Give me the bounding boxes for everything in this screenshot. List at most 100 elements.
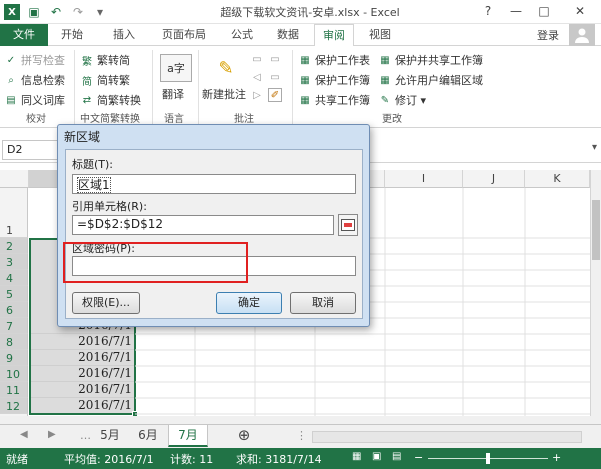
group-label-chinese: 中文简繁转换 — [80, 114, 140, 125]
zoom-in-icon[interactable]: + — [552, 451, 561, 464]
group-label-language: 语言 — [164, 114, 184, 125]
ok-button[interactable]: 确定 — [216, 292, 282, 314]
tab-home[interactable]: 开始 — [52, 24, 92, 46]
spell-check-icon: ✓ — [6, 54, 16, 66]
translate-icon[interactable]: a字 — [160, 54, 192, 82]
sheet-tab-may[interactable]: 5月 — [92, 425, 128, 447]
simp-to-trad-button[interactable]: 简简转繁 — [80, 72, 130, 88]
excel-logo-icon: X — [4, 4, 20, 20]
status-mode: 就绪 — [6, 453, 28, 466]
zoom-slider-thumb[interactable] — [486, 453, 490, 464]
sheet-tab-july[interactable]: 7月 — [168, 425, 208, 447]
minimize-button[interactable]: — — [506, 2, 526, 20]
protect-sheet-button[interactable]: ▦ 保护工作表 — [298, 52, 370, 68]
range-title-input[interactable]: 区域1 — [72, 174, 356, 194]
thesaurus-button[interactable]: ▤ 同义词库 — [4, 92, 65, 108]
ribbon-divider — [74, 50, 75, 124]
cancel-button[interactable]: 取消 — [290, 292, 356, 314]
allow-edit-ranges-icon: ▦ — [380, 74, 390, 86]
page-layout-view-icon[interactable]: ▣ — [372, 451, 381, 462]
ribbon-tab-bar: 文件 开始 插入 页面布局 公式 数据 审阅 视图 登录 — [0, 24, 601, 47]
conversion-icon: ⇄ — [82, 94, 92, 106]
research-button[interactable]: ⌕ 信息检索 — [4, 72, 65, 88]
tab-page-layout[interactable]: 页面布局 — [152, 24, 216, 46]
group-label-proofing: 校对 — [26, 114, 46, 125]
group-label-changes: 更改 — [382, 114, 402, 125]
translate-button[interactable]: 翻译 — [162, 86, 184, 102]
ribbon-review: ✓ 拼写检查 ⌕ 信息检索 ▤ 同义词库 校对 繁繁转简 简简转繁 ⇄ 简繁转换 中文简… — [0, 46, 601, 128]
previous-comment-icon[interactable]: ◁ — [250, 70, 264, 84]
sheet-tab-june[interactable]: 6月 — [130, 425, 166, 447]
expand-formula-bar-icon[interactable]: ▾ — [592, 142, 597, 153]
share-workbook-button[interactable]: ▦ 共享工作簿 — [298, 92, 370, 108]
next-comment-icon[interactable]: ▷ — [250, 88, 264, 102]
vertical-scrollbar[interactable] — [590, 170, 601, 416]
tab-view[interactable]: 视图 — [362, 24, 398, 46]
research-icon: ⌕ — [8, 74, 14, 86]
tab-review[interactable]: 审阅 — [314, 24, 354, 47]
undo-icon[interactable]: ↶ — [48, 4, 64, 20]
permissions-button[interactable]: 权限(E)... — [72, 292, 140, 314]
tab-formulas[interactable]: 公式 — [224, 24, 260, 46]
help-button[interactable]: ? — [478, 2, 498, 20]
annotation-highlight-box — [63, 242, 248, 283]
name-box[interactable]: D2 — [2, 140, 60, 160]
show-comment-icon[interactable]: ▭ — [268, 52, 282, 66]
chinese-conversion-button[interactable]: ⇄ 简繁转换 — [80, 92, 141, 108]
show-all-comments-icon[interactable]: ▭ — [268, 70, 282, 84]
scrollbar-thumb[interactable] — [592, 200, 600, 260]
redo-icon[interactable]: ↷ — [70, 4, 86, 20]
normal-view-icon[interactable]: ▦ — [352, 451, 361, 462]
title-bar: X ▣ ↶ ↷ ▾ 超级下载软文资讯-安卓.xlsx - Excel ? — □… — [0, 0, 601, 24]
refers-to-input[interactable]: =$D$2:$D$12 — [72, 215, 334, 235]
ribbon-divider — [198, 50, 199, 124]
save-icon[interactable]: ▣ — [26, 4, 42, 20]
trad-to-simp-button[interactable]: 繁繁转简 — [80, 52, 130, 68]
protect-and-share-button[interactable]: ▦ 保护并共享工作簿 — [378, 52, 483, 68]
status-sum: 求和: 3181/7/14 — [236, 453, 322, 466]
protect-share-icon: ▦ — [380, 54, 390, 66]
range-select-icon — [341, 219, 355, 231]
comment-tools: ▭ ▭ ◁ ▭ ▷ ✐ — [250, 52, 282, 102]
next-sheet-icon[interactable]: ▶ — [48, 429, 56, 440]
close-button[interactable]: ✕ — [562, 2, 598, 20]
tab-insert[interactable]: 插入 — [104, 24, 144, 46]
status-average: 平均值: 2016/7/1 — [64, 453, 154, 466]
thesaurus-icon: ▤ — [6, 94, 16, 106]
ref-label: 引用单元格(R): — [72, 200, 147, 213]
allow-edit-ranges-button[interactable]: ▦ 允许用户编辑区域 — [378, 72, 483, 88]
new-comment-button[interactable]: 新建批注 — [202, 86, 246, 102]
spell-check-button[interactable]: ✓ 拼写检查 — [4, 52, 65, 68]
track-changes-button[interactable]: ✎ 修订 ▾ — [378, 92, 426, 108]
sheet-tab-bar: ◀ ▶ … 5月 6月 7月 ⊕ ⋮ — [0, 424, 601, 448]
group-label-comments: 批注 — [234, 114, 254, 125]
status-bar: 就绪 平均值: 2016/7/1 计数: 11 求和: 3181/7/14 ▦ … — [0, 448, 601, 469]
show-ink-icon[interactable]: ✐ — [268, 88, 282, 102]
horizontal-scrollbar[interactable] — [312, 431, 582, 443]
avatar[interactable] — [569, 24, 595, 46]
tab-data[interactable]: 数据 — [270, 24, 306, 46]
trad-to-simp-icon: 繁 — [82, 56, 92, 68]
track-changes-icon: ✎ — [380, 94, 390, 106]
new-comment-icon[interactable]: ✎ — [212, 54, 240, 82]
page-break-view-icon[interactable]: ▤ — [392, 451, 401, 462]
ribbon-divider — [292, 50, 293, 124]
share-workbook-icon: ▦ — [300, 94, 310, 106]
delete-comment-icon[interactable]: ▭ — [250, 52, 264, 66]
zoom-out-icon[interactable]: − — [414, 451, 423, 464]
prev-sheet-icon[interactable]: ◀ — [20, 429, 28, 440]
tab-file[interactable]: 文件 — [0, 24, 48, 46]
user-icon — [575, 28, 589, 43]
window-title: 超级下载软文资讯-安卓.xlsx - Excel — [220, 6, 400, 19]
dialog-body: 标题(T): 区域1 引用单元格(R): =$D$2:$D$12 区域密码(P)… — [65, 149, 363, 319]
protect-workbook-button[interactable]: ▦ 保护工作簿 — [298, 72, 370, 88]
simp-to-trad-icon: 简 — [82, 76, 92, 88]
customize-chevron-icon[interactable]: ▾ — [92, 4, 108, 20]
more-sheets-icon[interactable]: … — [80, 429, 91, 442]
add-sheet-icon[interactable]: ⊕ — [234, 425, 254, 447]
login-link[interactable]: 登录 — [537, 27, 559, 43]
collapse-dialog-button[interactable] — [338, 214, 358, 236]
tab-split-icon[interactable]: ⋮ — [296, 429, 307, 442]
new-range-dialog: 新区域 标题(T): 区域1 引用单元格(R): =$D$2:$D$12 区域密… — [57, 124, 370, 327]
restore-button[interactable]: □ — [534, 2, 554, 20]
